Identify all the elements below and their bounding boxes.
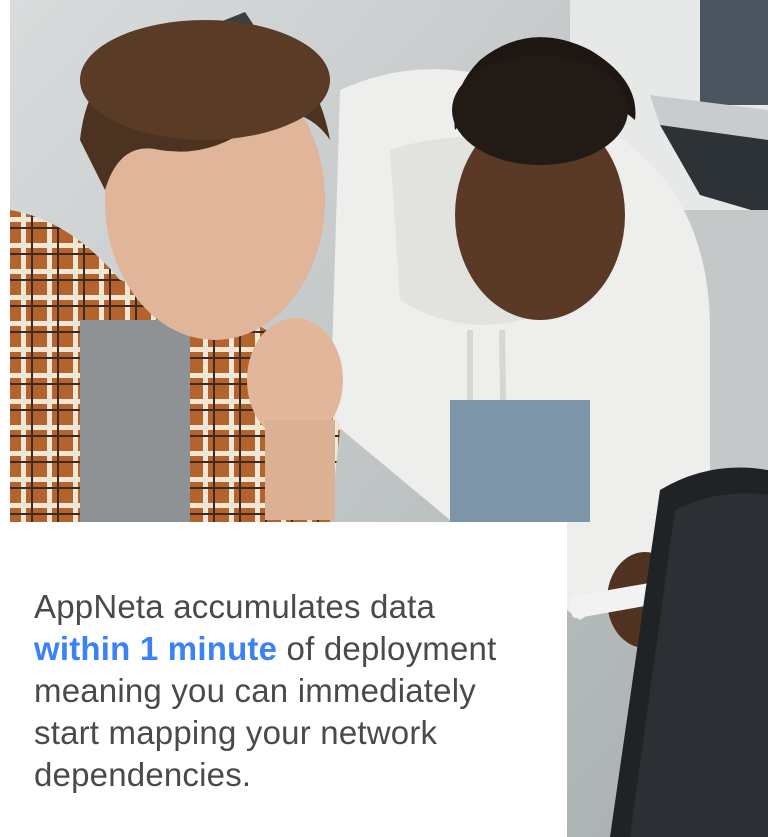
caption-highlight: within 1 minute	[34, 630, 278, 667]
caption-text: AppNeta accumulates data within 1 minute…	[34, 586, 544, 796]
caption-intro: AppNeta accumulates data	[34, 588, 436, 625]
